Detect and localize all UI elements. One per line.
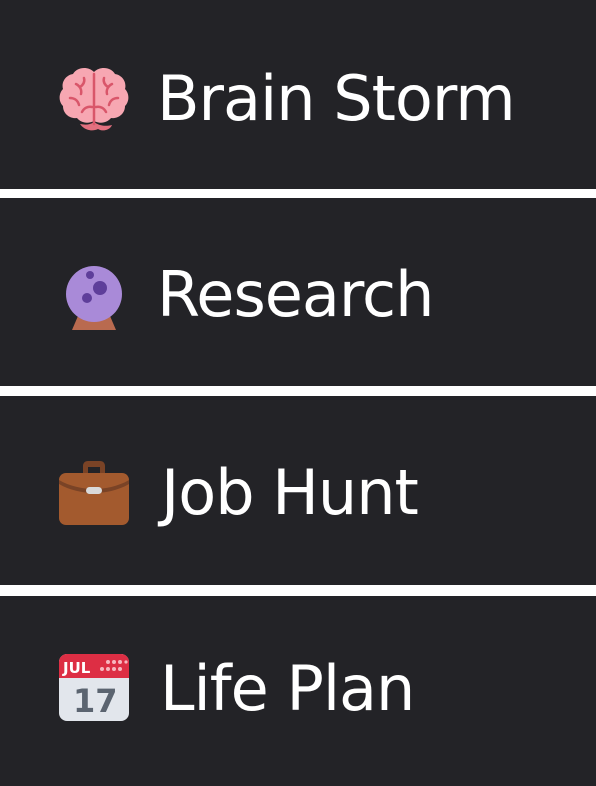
menu-item-label: Brain Storm — [157, 62, 516, 135]
menu-item-life-plan[interactable]: JUL 17 Life Plan — [0, 596, 596, 786]
calendar-month: JUL — [62, 659, 91, 677]
option-menu: Brain Storm Research Job Hunt JUL 17 Lif… — [0, 0, 596, 786]
calendar-day: 17 — [73, 682, 118, 720]
menu-item-label: Job Hunt — [161, 456, 419, 529]
menu-item-research[interactable]: Research — [0, 198, 596, 386]
calendar-icon: JUL 17 — [59, 654, 129, 721]
brain-icon — [59, 68, 129, 131]
menu-item-brain-storm[interactable]: Brain Storm — [0, 0, 596, 189]
menu-item-label: Research — [157, 258, 434, 331]
menu-item-job-hunt[interactable]: Job Hunt — [0, 396, 596, 585]
crystal-ball-icon — [66, 266, 122, 330]
briefcase-icon — [59, 461, 129, 525]
menu-item-label: Life Plan — [160, 652, 415, 725]
